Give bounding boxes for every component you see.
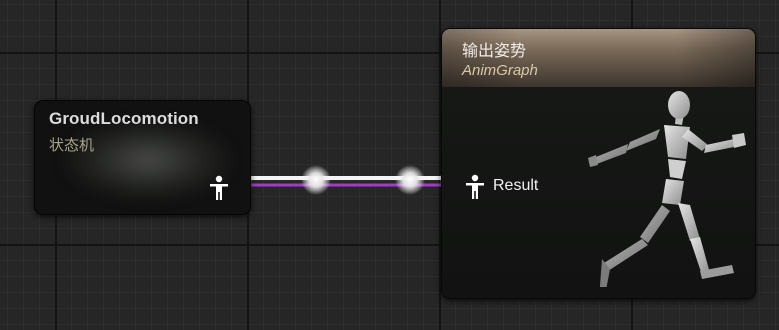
wire-reroute-knot (301, 165, 331, 195)
pose-pin-icon[interactable] (463, 174, 487, 200)
node-subtitle: AnimGraph (462, 62, 538, 79)
wire-reroute-knot (395, 165, 425, 195)
result-pin-label: Result (493, 177, 539, 194)
running-mannequin-icon (588, 91, 746, 287)
node-subtitle: 状态机 (49, 137, 95, 154)
pose-connection-wire[interactable] (232, 165, 462, 195)
output-pose-node[interactable]: 输出姿势 AnimGraph Result (441, 28, 756, 299)
pose-pin-icon[interactable] (207, 175, 231, 201)
state-machine-node[interactable]: GroudLocomotion 状态机 (34, 100, 251, 215)
node-title: GroudLocomotion (49, 109, 199, 128)
node-title: 输出姿势 (462, 43, 527, 60)
